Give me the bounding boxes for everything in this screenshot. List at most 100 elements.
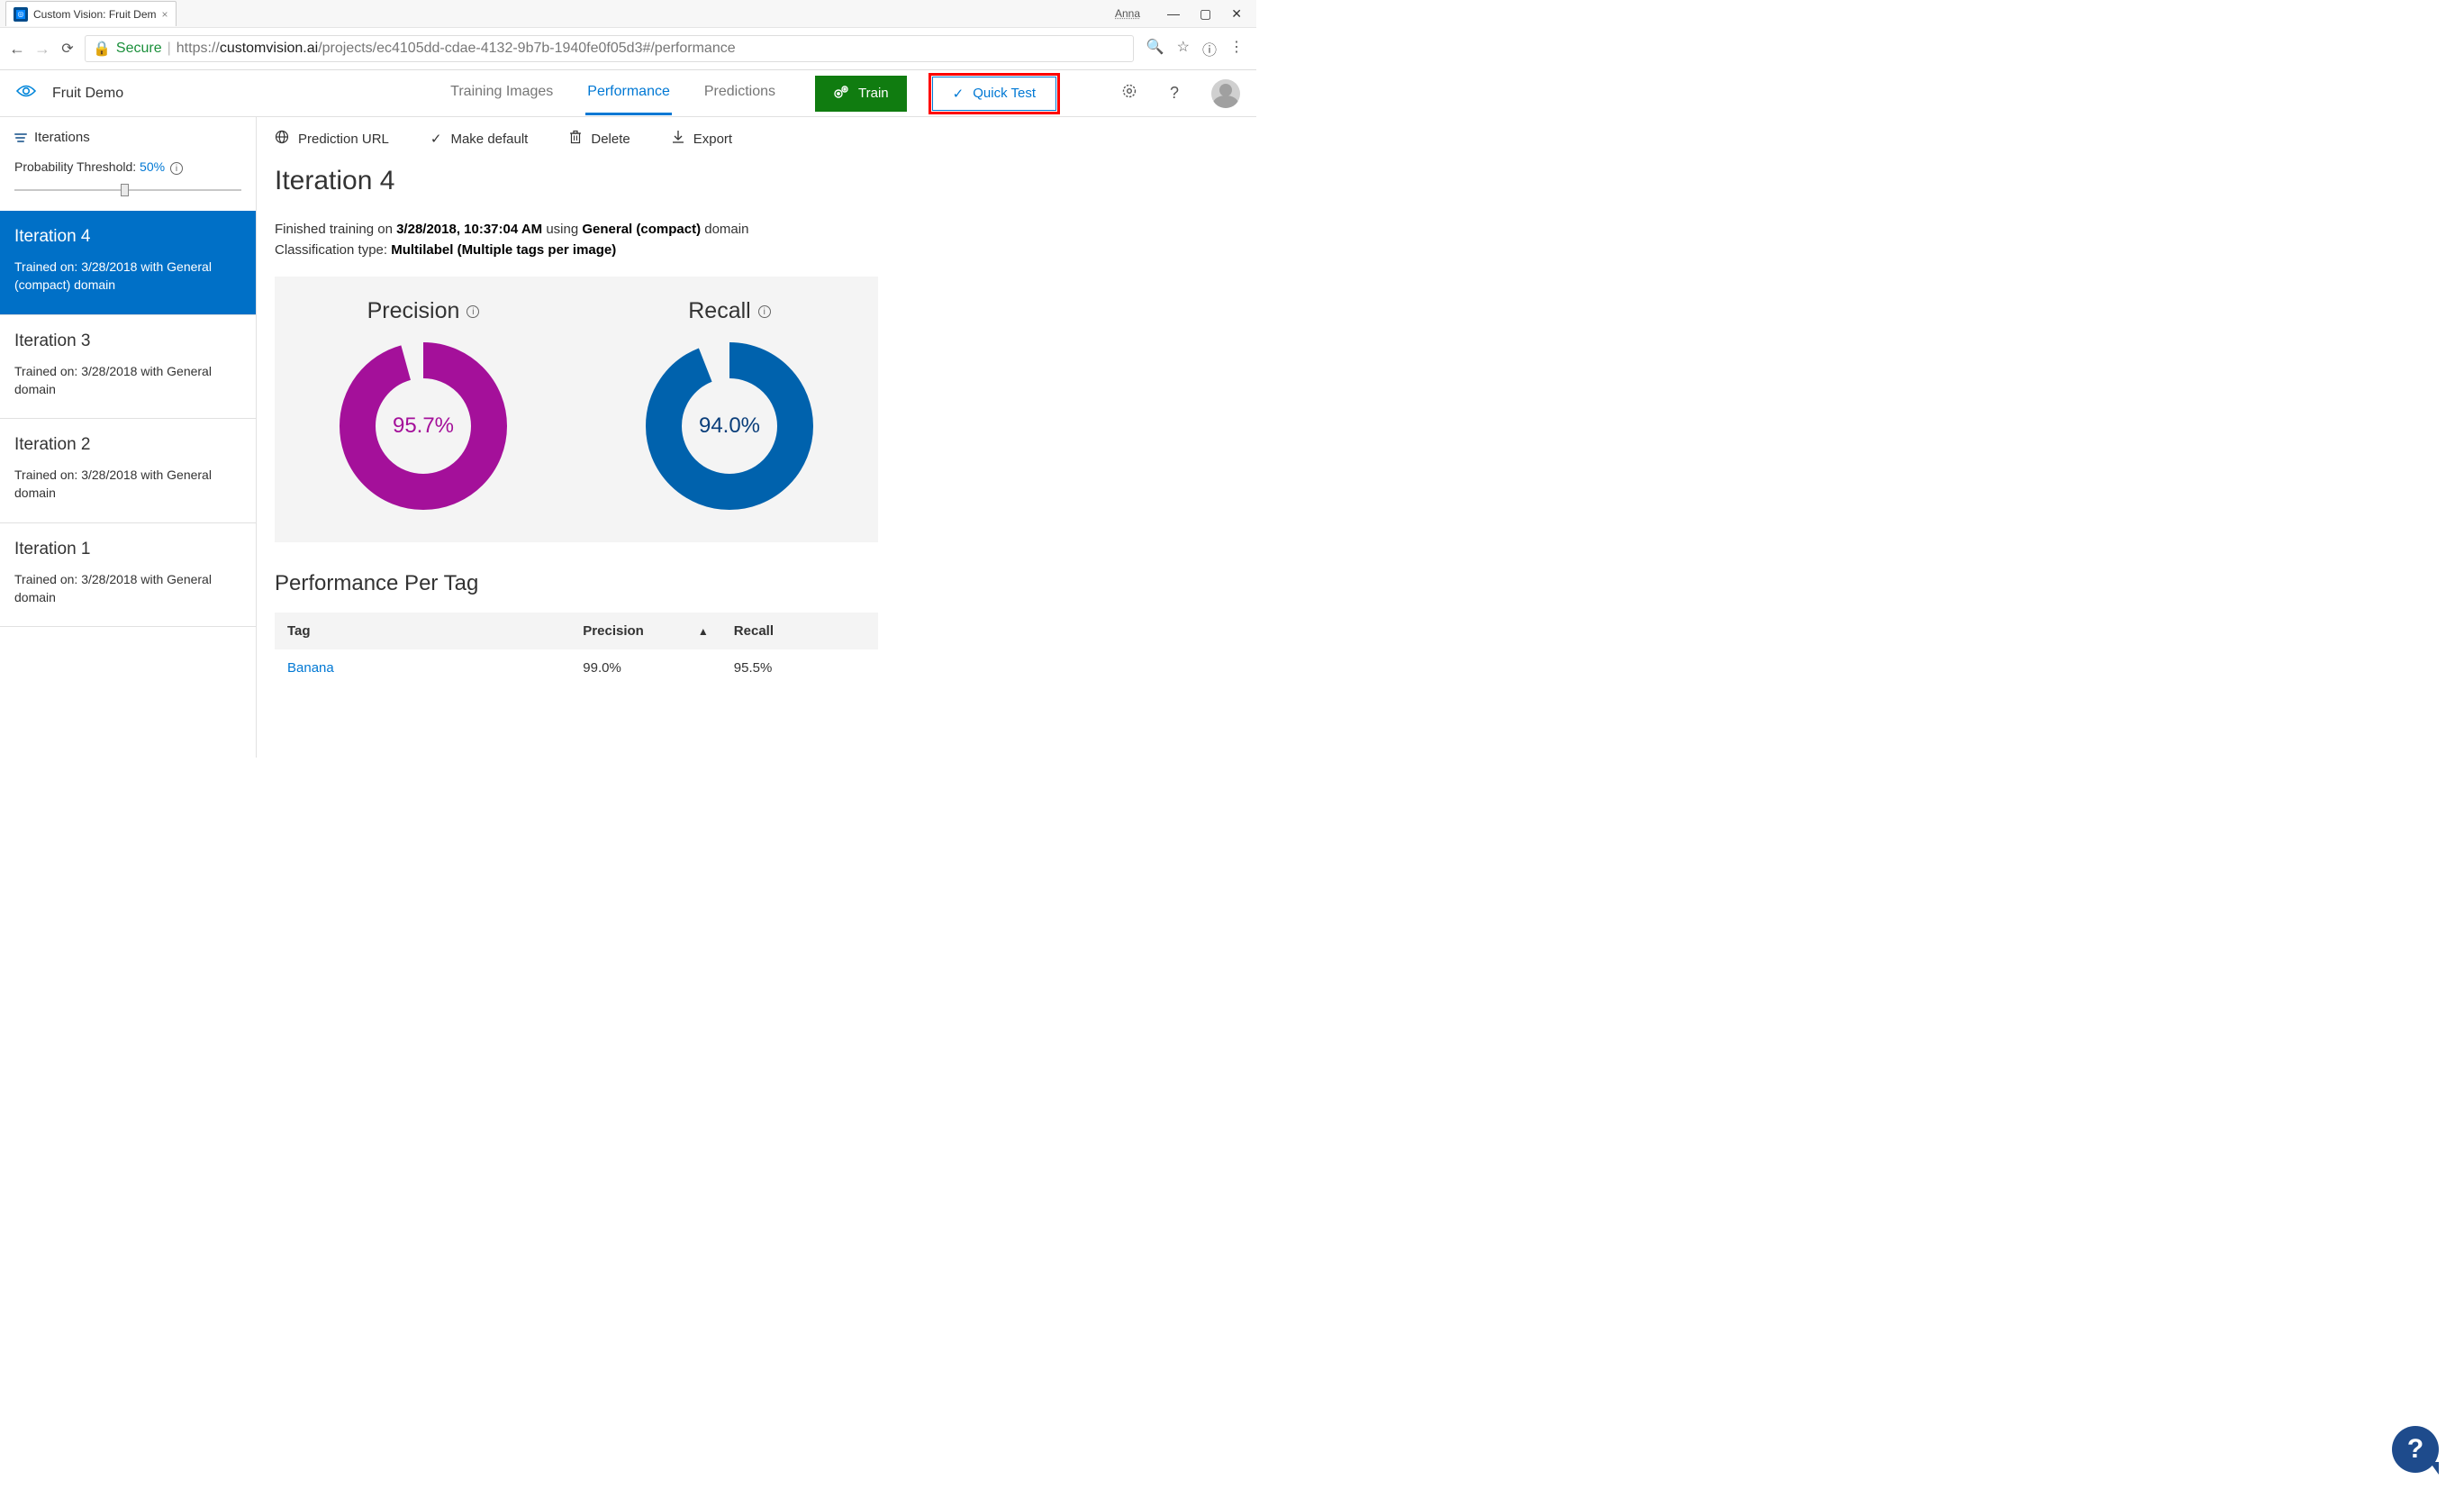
gears-icon <box>833 85 849 103</box>
info-icon[interactable]: ⓘ <box>1202 38 1217 59</box>
precision-block: Precision i 95.7% <box>302 298 545 512</box>
iterations-label: Iterations <box>34 130 90 145</box>
recall-value: 94.0% <box>644 340 815 512</box>
menu-icon[interactable]: ⋮ <box>1229 38 1244 59</box>
iterations-header: Iterations <box>0 117 256 158</box>
iteration-item-1[interactable]: Iteration 1 Trained on: 3/28/2018 with G… <box>0 523 256 628</box>
tab-title: Custom Vision: Fruit Dem <box>33 8 156 21</box>
th-tag[interactable]: Tag <box>275 613 570 649</box>
recall-cell: 95.5% <box>721 649 878 686</box>
sidebar-scroll[interactable]: Probability Threshold: 50% i Iteration 4… <box>0 158 256 758</box>
threshold-slider[interactable] <box>14 186 241 195</box>
star-icon[interactable]: ☆ <box>1177 38 1190 59</box>
vision-eye-icon <box>16 83 36 104</box>
maximize-icon[interactable]: ▢ <box>1200 6 1211 22</box>
iteration-title: Iteration 4 <box>14 227 241 247</box>
tab-strip: ◎ Custom Vision: Fruit Dem × Anna — ▢ ✕ <box>0 0 1256 27</box>
info-icon[interactable]: i <box>170 162 183 175</box>
table-row[interactable]: Banana 99.0% 95.5% <box>275 649 878 686</box>
main-nav: Training Images Performance Predictions <box>448 71 777 115</box>
prediction-url-button[interactable]: Prediction URL <box>275 130 389 148</box>
export-button[interactable]: Export <box>672 130 732 148</box>
close-window-icon[interactable]: ✕ <box>1231 6 1242 22</box>
precision-value: 95.7% <box>338 340 509 512</box>
layers-icon <box>14 132 27 144</box>
reload-icon[interactable]: ⟳ <box>59 40 76 58</box>
training-meta: Finished training on 3/28/2018, 10:37:04… <box>275 220 1238 260</box>
nav-performance[interactable]: Performance <box>585 71 672 115</box>
body: Iterations Probability Threshold: 50% i … <box>0 117 1256 758</box>
train-button[interactable]: Train <box>815 76 907 112</box>
iteration-title: Iteration 3 <box>14 331 241 351</box>
url-text: https://customvision.ai/projects/ec4105d… <box>177 41 736 57</box>
browser-chrome: ◎ Custom Vision: Fruit Dem × Anna — ▢ ✕ … <box>0 0 1256 70</box>
browser-tab[interactable]: ◎ Custom Vision: Fruit Dem × <box>5 1 177 26</box>
check-icon: ✓ <box>953 86 965 102</box>
close-tab-icon[interactable]: × <box>161 8 168 21</box>
app-header: Fruit Demo Training Images Performance P… <box>0 70 1256 117</box>
back-icon[interactable]: ← <box>9 40 25 59</box>
page-title: Iteration 4 <box>275 166 1238 196</box>
zoom-icon[interactable]: 🔍 <box>1146 38 1164 59</box>
url-separator: | <box>168 41 171 57</box>
nav-training-images[interactable]: Training Images <box>448 71 555 115</box>
iteration-item-2[interactable]: Iteration 2 Trained on: 3/28/2018 with G… <box>0 419 256 523</box>
iteration-subtitle: Trained on: 3/28/2018 with General domai… <box>14 362 241 399</box>
iteration-item-3[interactable]: Iteration 3 Trained on: 3/28/2018 with G… <box>0 315 256 420</box>
lock-icon: 🔒 <box>93 40 111 58</box>
minimize-icon[interactable]: — <box>1167 6 1180 21</box>
content-area: Iteration 4 Finished training on 3/28/20… <box>257 160 1256 722</box>
precision-cell: 99.0% <box>570 649 721 686</box>
performance-per-tag-title: Performance Per Tag <box>275 571 1238 596</box>
precision-title: Precision i <box>302 298 545 324</box>
question-mark-icon: ? <box>2407 1434 2423 1465</box>
quick-test-label: Quick Test <box>973 86 1036 101</box>
performance-table: Tag Precision▲ Recall Banana 99.0% 95.5% <box>275 613 878 686</box>
recall-block: Recall i 94.0% <box>608 298 851 512</box>
project-name[interactable]: Fruit Demo <box>52 86 123 102</box>
iteration-title: Iteration 2 <box>14 435 241 455</box>
iteration-subtitle: Trained on: 3/28/2018 with General (comp… <box>14 258 241 295</box>
recall-donut: 94.0% <box>644 340 815 512</box>
tag-cell[interactable]: Banana <box>275 649 570 686</box>
download-icon <box>672 130 684 148</box>
iteration-toolbar: Prediction URL ✓ Make default Delete Exp… <box>257 117 1256 160</box>
help-bubble-button[interactable]: ? <box>2392 1426 2439 1473</box>
help-icon[interactable]: ? <box>1170 84 1179 103</box>
address-bar-row: ← → ⟳ 🔒 Secure | https://customvision.ai… <box>0 27 1256 69</box>
train-label: Train <box>858 86 889 101</box>
main-content[interactable]: Prediction URL ✓ Make default Delete Exp… <box>257 117 1256 758</box>
iteration-title: Iteration 1 <box>14 540 241 559</box>
info-icon[interactable]: i <box>467 305 479 318</box>
omnibox-actions: 🔍 ☆ ⓘ ⋮ <box>1143 38 1247 59</box>
table-header-row: Tag Precision▲ Recall <box>275 613 878 649</box>
th-precision[interactable]: Precision▲ <box>570 613 721 649</box>
threshold-value: 50% <box>140 159 165 174</box>
sidebar: Iterations Probability Threshold: 50% i … <box>0 117 257 758</box>
slider-thumb[interactable] <box>121 184 129 196</box>
probability-threshold: Probability Threshold: 50% i <box>0 158 256 182</box>
nav-predictions[interactable]: Predictions <box>702 71 777 115</box>
quick-test-button[interactable]: ✓ Quick Test <box>932 77 1056 111</box>
recall-title: Recall i <box>608 298 851 324</box>
customvision-favicon: ◎ <box>14 7 28 22</box>
info-icon[interactable]: i <box>758 305 771 318</box>
iteration-subtitle: Trained on: 3/28/2018 with General domai… <box>14 466 241 503</box>
sort-caret-icon: ▲ <box>698 625 709 638</box>
address-bar[interactable]: 🔒 Secure | https://customvision.ai/proje… <box>85 35 1134 62</box>
trash-icon <box>569 130 582 148</box>
iteration-subtitle: Trained on: 3/28/2018 with General domai… <box>14 570 241 607</box>
globe-icon <box>275 130 289 148</box>
delete-button[interactable]: Delete <box>569 130 630 148</box>
profile-name[interactable]: Anna <box>1115 7 1140 20</box>
check-icon: ✓ <box>430 131 442 147</box>
avatar[interactable] <box>1211 79 1240 108</box>
window-controls: Anna — ▢ ✕ <box>1115 6 1256 22</box>
make-default-button[interactable]: ✓ Make default <box>430 131 528 147</box>
stats-panel: Precision i 95.7% Recall i <box>275 277 878 542</box>
iteration-item-4[interactable]: Iteration 4 Trained on: 3/28/2018 with G… <box>0 211 256 315</box>
th-recall[interactable]: Recall <box>721 613 878 649</box>
forward-icon: → <box>34 40 50 59</box>
gear-icon[interactable] <box>1121 83 1137 104</box>
precision-donut: 95.7% <box>338 340 509 512</box>
